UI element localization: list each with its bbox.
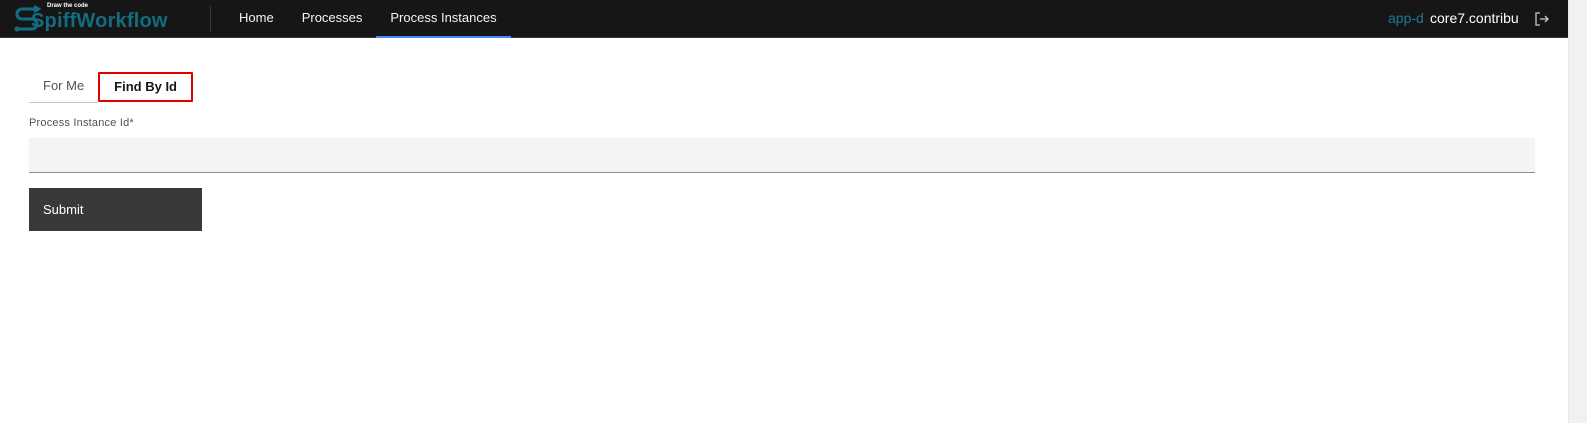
- user-name-text: core7.contribu: [1429, 0, 1519, 36]
- nav-item-processes[interactable]: Processes: [288, 0, 377, 38]
- app-logo[interactable]: Draw the code SpiffWorkflow: [14, 2, 167, 36]
- tab-list: For Me Find By Id: [29, 72, 194, 104]
- user-menu[interactable]: app-d core7.contribu: [1388, 0, 1522, 38]
- vertical-scrollbar[interactable]: [1568, 0, 1587, 423]
- nav-item-home[interactable]: Home: [225, 0, 288, 38]
- header-divider: [210, 6, 211, 32]
- logo-wordmark: SpiffWorkflow: [31, 10, 168, 32]
- submit-button[interactable]: Submit: [29, 188, 202, 231]
- tab-for-me[interactable]: For Me: [29, 72, 99, 103]
- process-instance-id-label: Process Instance Id*: [29, 117, 134, 129]
- logo-tagline: Draw the code: [47, 3, 89, 9]
- process-instance-id-input[interactable]: [29, 138, 1535, 173]
- nav-item-process-instances[interactable]: Process Instances: [376, 0, 511, 38]
- tab-find-by-id[interactable]: Find By Id: [98, 72, 194, 102]
- main-nav: Home Processes Process Instances: [225, 0, 511, 38]
- logout-icon[interactable]: [1534, 11, 1550, 27]
- top-header-bar: Draw the code SpiffWorkflow Home Process…: [0, 0, 1568, 38]
- user-environment-text: app-d: [1388, 10, 1424, 26]
